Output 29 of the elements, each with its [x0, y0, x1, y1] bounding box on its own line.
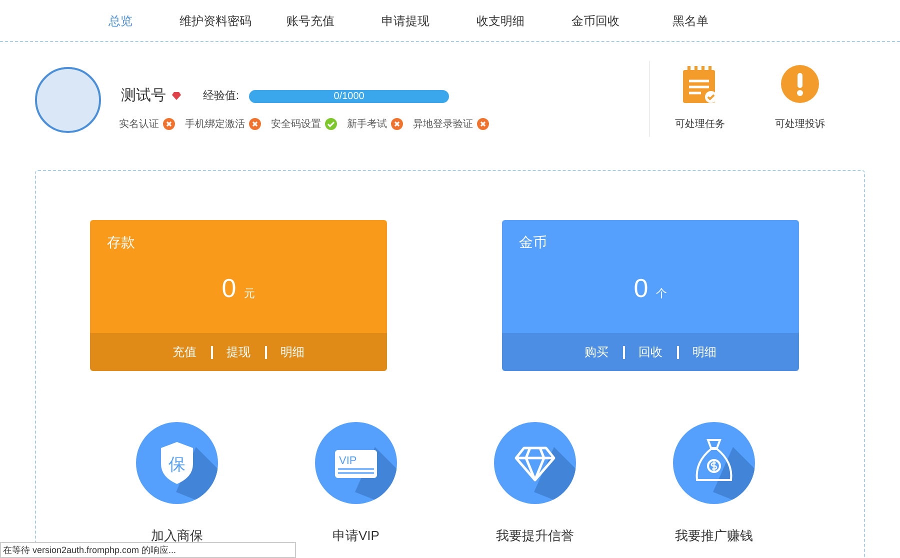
feature-label[interactable]: 我要推广赚钱 — [675, 526, 753, 546]
verification-label: 新手考试 — [347, 118, 387, 132]
verification-label: 异地登录验证 — [413, 118, 473, 132]
exp-text: 0/1000 — [332, 90, 366, 103]
verification-label: 安全码设置 — [271, 118, 321, 132]
nav-tab[interactable]: 金币回收 — [548, 12, 643, 30]
nav-tab[interactable]: 账号充值 — [263, 12, 358, 30]
exclamation-icon — [781, 65, 819, 103]
status-bar: 在等待 version2auth.fromphp.com 的响应... — [0, 542, 296, 558]
shortcut-link[interactable]: 可处理投诉 — [775, 117, 825, 132]
gem-icon — [172, 92, 181, 100]
feature-label[interactable]: 我要提升信誉 — [496, 526, 574, 546]
nav-tab[interactable]: 申请提现 — [358, 12, 453, 30]
nav-tab[interactable]: 黑名单 — [643, 12, 738, 30]
nav-tab[interactable]: 收支明细 — [453, 12, 548, 30]
card-unit: 元 — [244, 287, 256, 302]
money-bag-icon[interactable] — [673, 422, 755, 504]
card-amount: 0 — [634, 272, 648, 305]
verification-label: 手机绑定激活 — [185, 118, 245, 132]
nav-tab[interactable]: 维护资料密码 — [168, 12, 263, 30]
card-unit: 个 — [656, 287, 668, 302]
card-title: 存款 — [107, 233, 136, 252]
feature-label[interactable]: 申请VIP — [332, 526, 380, 546]
shortcut-link[interactable]: 可处理任务 — [675, 117, 725, 132]
username: 测试号 — [121, 86, 166, 106]
verification-label: 实名认证 — [119, 118, 159, 132]
exp-label: 经验值: — [203, 89, 240, 104]
card-title: 金币 — [519, 233, 548, 252]
card-amount: 0 — [222, 272, 236, 305]
